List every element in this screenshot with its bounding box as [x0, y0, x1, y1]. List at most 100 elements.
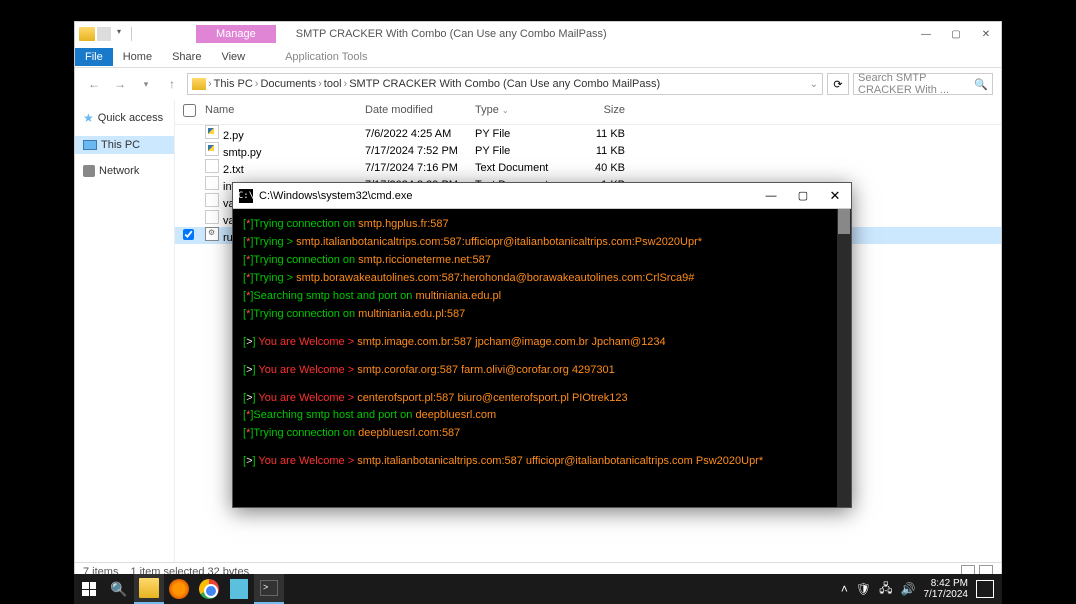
view-tab[interactable]: View	[211, 48, 255, 66]
terminal-icon	[260, 580, 278, 596]
star-icon: ★	[83, 111, 94, 125]
file-row[interactable]: 2.py7/6/2022 4:25 AMPY File11 KB	[175, 125, 1001, 142]
notification-button[interactable]	[976, 580, 994, 598]
taskbar-firefox[interactable]	[164, 574, 194, 604]
cmd-line: [*]Trying connection on deepbluesrl.com:…	[243, 426, 841, 442]
column-type[interactable]: Type⌄	[475, 104, 565, 120]
tray-chevron-icon[interactable]: ˄	[841, 582, 848, 596]
recent-dropdown[interactable]: ▾	[135, 73, 157, 95]
sidebar-network[interactable]: Network	[75, 162, 174, 180]
cmd-titlebar[interactable]: C:\ C:\Windows\system32\cmd.exe — ▢ ✕	[233, 183, 851, 209]
file-type: PY File	[475, 145, 565, 157]
cmd-line: [*]Trying connection on smtp.riccioneter…	[243, 253, 841, 269]
file-size: 11 KB	[565, 145, 625, 157]
apptools-tab[interactable]: Application Tools	[275, 48, 377, 66]
search-button[interactable]: 🔍	[104, 574, 134, 604]
breadcrumb-item[interactable]: SMTP CRACKER With Combo (Can Use any Com…	[349, 78, 660, 90]
maximize-button[interactable]: ▢	[941, 23, 971, 45]
search-icon: 🔍	[974, 78, 988, 91]
file-type: Text Document	[475, 162, 565, 174]
refresh-button[interactable]: ⟳	[827, 73, 849, 95]
file-type: PY File	[475, 128, 565, 140]
column-name[interactable]: Name	[205, 104, 365, 120]
windows-logo-icon	[82, 582, 96, 596]
file-type-icon	[205, 125, 219, 139]
file-checkbox[interactable]	[183, 229, 194, 240]
manage-tab[interactable]: Manage	[196, 25, 276, 43]
monitor-icon	[83, 140, 97, 150]
network-icon	[83, 165, 95, 177]
up-button[interactable]: ↑	[161, 73, 183, 95]
breadcrumb[interactable]: › This PC › Documents › tool › SMTP CRAC…	[187, 73, 823, 95]
file-type-icon	[205, 176, 219, 190]
folder-icon	[139, 578, 159, 598]
taskbar: 🔍 ˄ 🛡 🖧 🔊 8:42 PM 7/17/2024	[74, 574, 1002, 604]
cmd-line: [*]Searching smtp host and port on multi…	[243, 289, 841, 305]
taskbar-clock[interactable]: 8:42 PM 7/17/2024	[924, 578, 969, 600]
cmd-line: [>] You are Welcome > smtp.corofar.org:5…	[243, 363, 841, 379]
select-all-checkbox[interactable]	[183, 104, 196, 117]
taskbar-chrome[interactable]	[194, 574, 224, 604]
cmd-maximize-button[interactable]: ▢	[787, 183, 819, 209]
cmd-icon: C:\	[239, 189, 253, 203]
taskbar-notepad[interactable]	[224, 574, 254, 604]
breadcrumb-item[interactable]: tool	[324, 78, 342, 90]
cmd-scrollbar[interactable]	[837, 209, 851, 507]
cmd-close-button[interactable]: ✕	[819, 183, 851, 209]
volume-icon[interactable]: 🔊	[901, 582, 916, 596]
cmd-line: [>] You are Welcome > centerofsport.pl:5…	[243, 391, 841, 407]
notepad-icon	[230, 579, 248, 599]
address-bar: ← → ▾ ↑ › This PC › Documents › tool › S…	[75, 68, 1001, 100]
sidebar-label: Network	[99, 165, 139, 177]
cmd-line: [*]Searching smtp host and port on deepb…	[243, 408, 841, 424]
close-button[interactable]: ✕	[971, 23, 1001, 45]
forward-button[interactable]: →	[109, 73, 131, 95]
column-size[interactable]: Size	[565, 104, 625, 120]
file-type-icon	[205, 142, 219, 156]
titlebar[interactable]: ▾ Manage SMTP CRACKER With Combo (Can Us…	[75, 22, 1001, 46]
sidebar-label: This PC	[101, 139, 140, 151]
taskbar-terminal[interactable]	[254, 574, 284, 604]
breadcrumb-item[interactable]: Documents	[260, 78, 316, 90]
cmd-scrollbar-thumb[interactable]	[838, 209, 850, 234]
file-list-header[interactable]: Name Date modified Type⌄ Size	[175, 100, 1001, 125]
search-input[interactable]: Search SMTP CRACKER With ... 🔍	[853, 73, 993, 95]
cmd-title-text: C:\Windows\system32\cmd.exe	[259, 190, 412, 202]
cmd-output[interactable]: [*]Trying connection on smtp.hgplus.fr:5…	[233, 209, 851, 507]
security-icon[interactable]: 🛡	[856, 582, 871, 596]
breadcrumb-dropdown[interactable]: ⌄	[810, 79, 818, 90]
file-type-icon	[205, 227, 219, 241]
sidebar-this-pc[interactable]: This PC	[75, 136, 174, 154]
quick-access-toolbar[interactable]	[97, 27, 111, 41]
file-row[interactable]: 2.txt7/17/2024 7:16 PMText Document40 KB	[175, 159, 1001, 176]
file-tab[interactable]: File	[75, 48, 113, 66]
file-size: 40 KB	[565, 162, 625, 174]
minimize-button[interactable]: —	[911, 23, 941, 45]
sidebar-quick-access[interactable]: ★ Quick access	[75, 108, 174, 128]
folder-icon	[79, 27, 95, 41]
home-tab[interactable]: Home	[113, 48, 162, 66]
cmd-window: C:\ C:\Windows\system32\cmd.exe — ▢ ✕ [*…	[232, 182, 852, 508]
file-row[interactable]: smtp.py7/17/2024 7:52 PMPY File11 KB	[175, 142, 1001, 159]
share-tab[interactable]: Share	[162, 48, 211, 66]
file-type-icon	[205, 193, 219, 207]
file-name: 2.py	[223, 130, 244, 142]
file-name: smtp.py	[223, 147, 262, 159]
window-title: SMTP CRACKER With Combo (Can Use any Com…	[276, 28, 607, 40]
cmd-line: [*]Trying > smtp.borawakeautolines.com:5…	[243, 271, 841, 287]
ribbon: File Home Share View Application Tools	[75, 46, 1001, 68]
sidebar: ★ Quick access This PC Network	[75, 100, 175, 562]
file-date: 7/17/2024 7:16 PM	[365, 162, 475, 174]
network-icon[interactable]: 🖧	[879, 579, 892, 600]
back-button[interactable]: ←	[83, 73, 105, 95]
column-date[interactable]: Date modified	[365, 104, 475, 120]
cmd-minimize-button[interactable]: —	[755, 183, 787, 209]
cmd-line: [*]Trying connection on smtp.hgplus.fr:5…	[243, 217, 841, 233]
firefox-icon	[169, 579, 189, 599]
taskbar-explorer[interactable]	[134, 574, 164, 604]
search-placeholder: Search SMTP CRACKER With ...	[858, 72, 974, 96]
breadcrumb-item[interactable]: This PC	[214, 78, 253, 90]
start-button[interactable]	[74, 574, 104, 604]
clock-date: 7/17/2024	[924, 589, 969, 600]
qa-dropdown-icon[interactable]: ▾	[113, 27, 125, 41]
